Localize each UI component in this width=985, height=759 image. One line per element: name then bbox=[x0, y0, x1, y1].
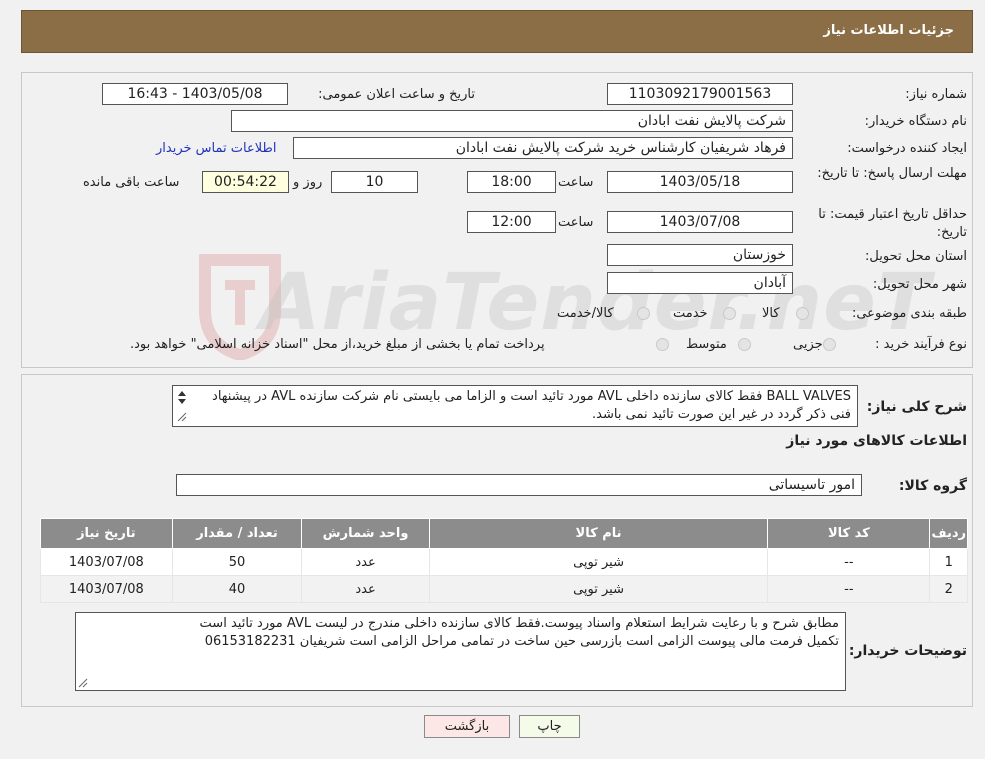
days-label: روز و bbox=[293, 175, 323, 190]
col-qty: تعداد / مقدار bbox=[171, 518, 303, 549]
province-label: استان محل تحویل: bbox=[865, 249, 967, 264]
buyer-notes-label: توضیحات خریدار: bbox=[848, 643, 967, 659]
cell-name: شیر توپی bbox=[428, 575, 769, 603]
buyer-org-field: شرکت پالایش نفت ابادان bbox=[231, 110, 793, 132]
price-validity-time-field: 12:00 bbox=[467, 211, 556, 233]
cell-code: -- bbox=[767, 575, 931, 603]
announce-field: 1403/05/08 - 16:43 bbox=[102, 83, 288, 105]
payment-checkbox[interactable] bbox=[656, 338, 669, 351]
goods-table-wrap: ردیف کد کالا نام کالا واحد شمارش تعداد /… bbox=[40, 518, 968, 603]
back-button[interactable]: بازگشت bbox=[424, 715, 510, 738]
page-title: جزئیات اطلاعات نیاز bbox=[823, 23, 954, 38]
resize-grip-icon[interactable] bbox=[78, 678, 88, 688]
deadline-time-label: ساعت bbox=[558, 175, 594, 190]
buyer-notes-line2: تکمیل فرمت مالی پیوست الزامی است بازرسی … bbox=[204, 634, 839, 649]
goods-table: ردیف کد کالا نام کالا واحد شمارش تعداد /… bbox=[40, 518, 968, 603]
creator-label: ایجاد کننده درخواست: bbox=[847, 141, 967, 156]
need-number-label: شماره نیاز: bbox=[905, 87, 967, 102]
deadline-label: مهلت ارسال پاسخ: تا تاریخ: bbox=[817, 166, 967, 181]
category-radio-goods-service[interactable] bbox=[637, 307, 650, 320]
payment-note: پرداخت تمام یا بخشی از مبلغ خرید،از محل … bbox=[130, 337, 545, 352]
deadline-date-field: 1403/05/18 bbox=[607, 171, 793, 193]
remaining-time-field: 00:54:22 bbox=[202, 171, 289, 193]
category-option-goods: کالا bbox=[762, 306, 780, 321]
city-label: شهر محل تحویل: bbox=[872, 277, 967, 292]
table-row: 1 -- شیر توپی عدد 50 1403/07/08 bbox=[40, 548, 968, 576]
print-button[interactable]: چاپ bbox=[519, 715, 580, 738]
process-option-medium: متوسط bbox=[686, 337, 727, 352]
announce-label: تاریخ و ساعت اعلان عمومی: bbox=[318, 87, 475, 102]
remaining-label: ساعت باقی مانده bbox=[83, 175, 180, 190]
deadline-time-field: 18:00 bbox=[467, 171, 556, 193]
cell-row: 1 bbox=[929, 548, 968, 576]
description-text: BALL VALVES فقط کالای سازنده داخلی AVL م… bbox=[212, 389, 851, 422]
process-radio-medium[interactable] bbox=[738, 338, 751, 351]
price-validity-date-field: 1403/07/08 bbox=[607, 211, 793, 233]
cell-date: 1403/07/08 bbox=[40, 575, 173, 603]
days-field: 10 bbox=[331, 171, 418, 193]
col-date: تاریخ نیاز bbox=[40, 518, 173, 549]
col-unit: واحد شمارش bbox=[301, 518, 430, 549]
watermark-text: AriaTender.neT bbox=[260, 258, 932, 348]
buyer-contact-link[interactable]: اطلاعات تماس خریدار bbox=[156, 141, 276, 156]
province-field: خوزستان bbox=[607, 244, 793, 266]
goods-group-field: امور تاسیساتی bbox=[176, 474, 862, 496]
cell-row: 2 bbox=[929, 575, 968, 603]
need-number-field: 1103092179001563 bbox=[607, 83, 793, 105]
description-label: شرح کلی نیاز: bbox=[866, 399, 967, 415]
cell-date: 1403/07/08 bbox=[40, 548, 173, 576]
category-option-service: خدمت bbox=[673, 306, 708, 321]
creator-field: فرهاد شریفیان کارشناس خرید شرکت پالایش ن… bbox=[293, 137, 793, 159]
category-radio-goods[interactable] bbox=[796, 307, 809, 320]
city-field: آبادان bbox=[607, 272, 793, 294]
category-label: طبقه بندی موضوعی: bbox=[851, 306, 967, 321]
col-code: کد کالا bbox=[767, 518, 931, 549]
process-label: نوع فرآیند خرید : bbox=[875, 337, 967, 352]
buyer-notes-textarea[interactable]: مطابق شرح و با رعایت شرایط استعلام واسنا… bbox=[75, 612, 846, 691]
price-validity-time-label: ساعت bbox=[558, 215, 594, 230]
table-header-row: ردیف کد کالا نام کالا واحد شمارش تعداد /… bbox=[40, 518, 968, 549]
goods-info-title: اطلاعات کالاهای مورد نیاز bbox=[786, 433, 967, 449]
cell-name: شیر توپی bbox=[428, 548, 769, 576]
price-validity-label: حداقل تاریخ اعتبار قیمت: تا تاریخ: bbox=[818, 207, 967, 240]
buyer-notes-line1: مطابق شرح و با رعایت شرایط استعلام واسنا… bbox=[199, 616, 839, 631]
category-radio-service[interactable] bbox=[723, 307, 736, 320]
process-radio-minor[interactable] bbox=[823, 338, 836, 351]
cell-qty: 50 bbox=[171, 548, 303, 576]
description-textarea[interactable]: BALL VALVES فقط کالای سازنده داخلی AVL م… bbox=[172, 385, 858, 427]
cell-unit: عدد bbox=[301, 575, 430, 603]
col-name: نام کالا bbox=[428, 518, 769, 549]
category-option-goods-service: کالا/خدمت bbox=[557, 306, 614, 321]
buyer-org-label: نام دستگاه خریدار: bbox=[864, 114, 967, 129]
goods-group-label: گروه کالا: bbox=[898, 478, 967, 494]
cell-qty: 40 bbox=[171, 575, 303, 603]
page-header: جزئیات اطلاعات نیاز bbox=[21, 10, 973, 53]
process-option-minor: جزیی bbox=[793, 337, 823, 352]
cell-code: -- bbox=[767, 548, 931, 576]
col-row: ردیف bbox=[929, 518, 968, 549]
cell-unit: عدد bbox=[301, 548, 430, 576]
table-row: 2 -- شیر توپی عدد 40 1403/07/08 bbox=[40, 575, 968, 603]
scroll-arrows-icon[interactable] bbox=[176, 389, 188, 423]
